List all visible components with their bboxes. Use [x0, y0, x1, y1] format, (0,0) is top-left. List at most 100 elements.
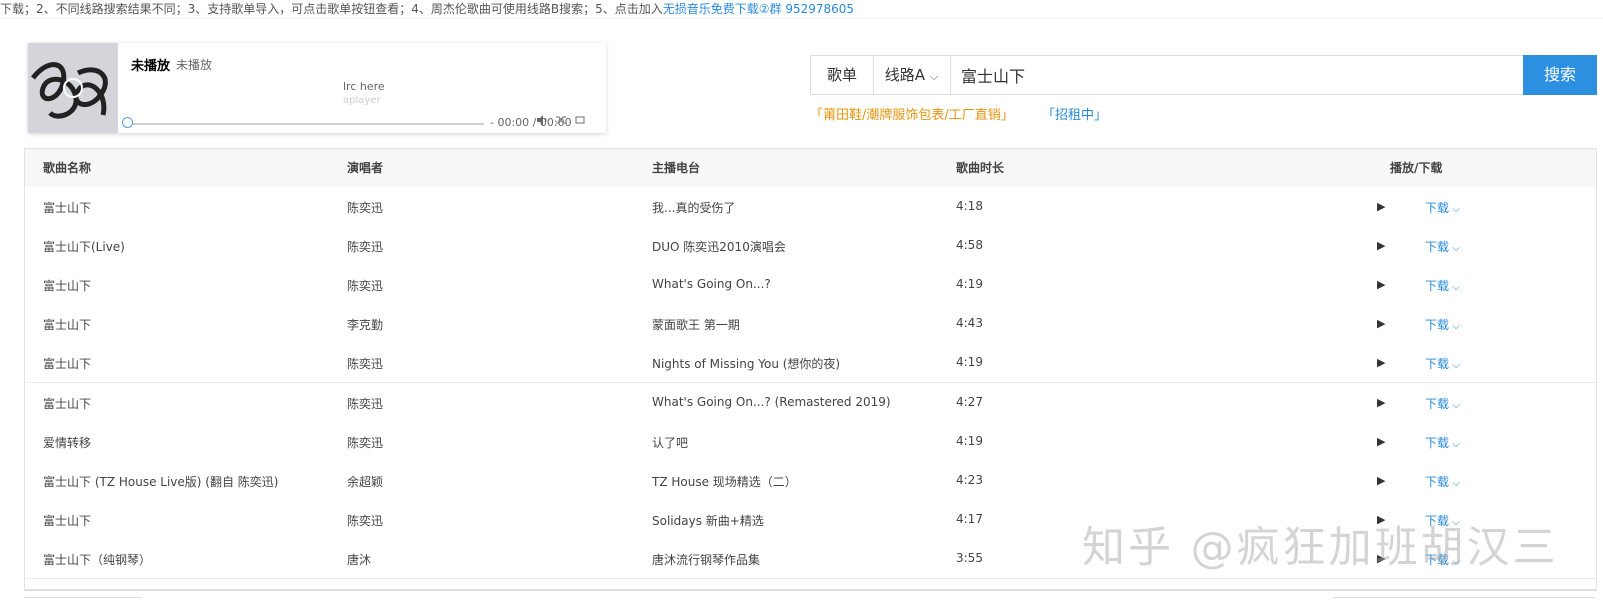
song-name-cell: 富士山下 (TZ House Live版) (翻自 陈奕迅) [43, 474, 279, 489]
progress-knob[interactable] [122, 117, 133, 128]
chevron-down-icon: ⌵ [1449, 243, 1460, 255]
album-cover [28, 43, 118, 133]
artist-cell: 余超颖 [347, 474, 384, 489]
download-label: 下载 [1425, 240, 1450, 255]
duration-cell: 4:43 [956, 316, 983, 331]
watermark: 知乎 @疯狂加班胡汉三 [1082, 523, 1559, 573]
artist-cell: 陈奕迅 [347, 513, 384, 528]
progress-bar[interactable] [126, 123, 484, 125]
table-row[interactable]: 富士山下 (TZ House Live版) (翻自 陈奕迅) 余超颖 TZ Hous… [25, 460, 1596, 501]
duration-cell: 4:23 [956, 472, 983, 487]
volume-icon[interactable] [536, 114, 550, 128]
download-button[interactable]: 下载 ⌵ [1425, 199, 1460, 216]
chevron-down-icon: ⌵ [1449, 399, 1460, 411]
album-cell: 唐沐流行钢琴作品集 [652, 552, 761, 567]
download-button[interactable]: 下载 ⌵ [1425, 355, 1460, 372]
play-icon[interactable]: ▶ [1377, 278, 1385, 291]
download-button[interactable]: 下载 ⌵ [1425, 395, 1460, 412]
table-row[interactable]: 富士山下 陈奕迅 What's Going On...? 4:19 ▶ 下载 ⌵ [25, 265, 1596, 306]
album-cell: DUO 陈奕迅2010演唱会 [652, 240, 786, 255]
album-cell: 我...真的受伤了 [652, 201, 736, 215]
album-cell: 认了吧 [652, 435, 689, 450]
player-song-artist: 未播放 [176, 58, 213, 72]
ad-link-2[interactable]: 「招租中」 [1042, 104, 1107, 123]
table-row[interactable]: 富士山下 陈奕迅 我...真的受伤了 4:18 ▶ 下载 ⌵ [25, 187, 1596, 227]
songlist-button[interactable]: 歌单 [811, 56, 874, 94]
chevron-down-icon: ⌵ [1449, 477, 1460, 489]
chevron-down-icon: ⌵ [1449, 438, 1460, 450]
play-icon[interactable]: ▶ [1377, 239, 1385, 252]
header-play-download: 播放/下载 [1390, 161, 1443, 175]
artist-cell: 陈奕迅 [347, 357, 384, 372]
song-name-cell: 富士山下 [43, 201, 92, 215]
album-cell: What's Going On...? [652, 277, 771, 292]
play-icon[interactable]: ▶ [1377, 396, 1385, 409]
table-row[interactable]: 富士山下 陈奕迅 Nights of Missing You (想你的夜) 4:19 ▶… [25, 343, 1596, 384]
download-button[interactable]: 下载 ⌵ [1425, 473, 1460, 490]
artist-cell: 李克勤 [347, 318, 384, 333]
duration-cell: 4:27 [956, 394, 983, 409]
header-duration: 歌曲时长 [956, 161, 1005, 175]
play-icon[interactable]: ▶ [1377, 356, 1385, 369]
lyrics-next-line: aplayer [343, 95, 381, 106]
header-album: 主播电台 [652, 161, 701, 175]
album-cell: 蒙面歌王 第一期 [652, 318, 740, 333]
table-row[interactable]: 富士山下 李克勤 蒙面歌王 第一期 4:43 ▶ 下载 ⌵ [25, 304, 1596, 345]
notice-text: 下载；2、不同线路搜索结果不同；3、支持歌单导入，可点击歌单按钮查看；4、周杰伦… [0, 2, 663, 16]
artist-cell: 陈奕迅 [347, 201, 384, 215]
play-icon[interactable]: ▶ [1377, 435, 1385, 448]
album-cell: Solidays 新曲+精选 [652, 513, 764, 528]
header-song-name: 歌曲名称 [43, 161, 92, 175]
download-button[interactable]: 下载 ⌵ [1425, 277, 1460, 294]
play-icon[interactable]: ▶ [1377, 474, 1385, 487]
song-name-cell: 富士山下 [43, 279, 92, 294]
duration-cell: 4:18 [956, 199, 983, 213]
artist-cell: 陈奕迅 [347, 435, 384, 450]
song-name-cell: 富士山下 [43, 318, 92, 333]
download-label: 下载 [1425, 435, 1450, 450]
pager-hint-left [24, 597, 142, 598]
download-label: 下载 [1425, 474, 1450, 489]
table-row[interactable]: 爱情转移 陈奕迅 认了吧 4:19 ▶ 下载 ⌵ [25, 421, 1596, 462]
artist-cell: 陈奕迅 [347, 240, 384, 255]
notice-group-link[interactable]: 无损音乐免费下载②群 952978605 [663, 2, 854, 16]
artist-cell: 陈奕迅 [347, 279, 384, 294]
pager-hint-right [1334, 597, 1594, 598]
play-icon[interactable]: ▶ [1377, 200, 1385, 213]
song-name-cell: 富士山下 [43, 513, 92, 528]
chevron-down-icon: ⌵ [1449, 282, 1460, 294]
download-label: 下载 [1425, 396, 1450, 411]
download-button[interactable]: 下载 ⌵ [1425, 316, 1460, 333]
download-button[interactable]: 下载 ⌵ [1425, 434, 1460, 451]
player-song-title: 未播放 [131, 59, 171, 74]
route-select[interactable]: 线路A ⌵ [873, 56, 951, 94]
chevron-down-icon: ⌵ [1449, 321, 1460, 333]
download-label: 下载 [1425, 201, 1450, 215]
loop-icon[interactable] [574, 114, 588, 128]
ad-link-1[interactable]: 「莆田鞋/潮牌服饰包表/工厂直销」 [810, 104, 1014, 123]
shuffle-icon[interactable] [555, 114, 569, 128]
artist-cell: 唐沐 [347, 552, 372, 567]
search-button[interactable]: 搜索 [1523, 55, 1597, 95]
play-icon[interactable]: ▶ [1377, 317, 1385, 330]
album-cell: TZ House 现场精选（二） [652, 474, 797, 489]
download-button[interactable]: 下载 ⌵ [1425, 238, 1460, 255]
chevron-down-icon: ⌵ [1449, 204, 1460, 215]
artist-cell: 陈奕迅 [347, 396, 384, 411]
notice-bar: 下载；2、不同线路搜索结果不同；3、支持歌单导入，可点击歌单按钮查看；4、周杰伦… [0, 0, 1603, 19]
table-row[interactable]: 富士山下 陈奕迅 What's Going On...? (Remastered 2… [25, 382, 1596, 423]
table-header: 歌曲名称 演唱者 主播电台 歌曲时长 播放/下载 [25, 149, 1596, 188]
song-name-cell: 富士山下（纯钢琴） [43, 552, 152, 567]
duration-cell: 4:58 [956, 238, 983, 253]
search-input[interactable] [951, 56, 1508, 94]
duration-cell: 4:19 [956, 433, 983, 448]
song-name-cell: 爱情转移 [43, 435, 92, 450]
album-cell: Nights of Missing You (想你的夜) [652, 357, 841, 372]
album-cell: What's Going On...? (Remastered 2019) [652, 394, 891, 409]
audio-player: 未播放 未播放 lrc here aplayer - 00:00 / 00:00 [28, 43, 606, 133]
chevron-down-icon: ⌵ [1449, 360, 1460, 372]
table-row[interactable]: 富士山下(Live) 陈奕迅 DUO 陈奕迅2010演唱会 4:58 ▶ 下载 ⌵ [25, 226, 1596, 267]
duration-cell: 4:19 [956, 355, 983, 370]
download-label: 下载 [1425, 357, 1450, 372]
duration-cell: 3:55 [956, 550, 983, 565]
